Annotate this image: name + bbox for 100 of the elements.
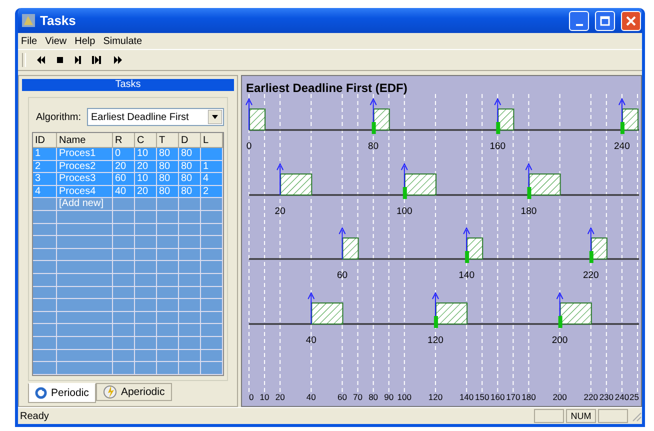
deadline-mark [496, 122, 500, 134]
step-icon[interactable] [74, 55, 82, 65]
empty-cell [201, 224, 223, 236]
caret-icon[interactable] [208, 110, 222, 124]
empty-cell [33, 286, 57, 300]
execution-block [404, 174, 436, 196]
maximize-button[interactable] [595, 10, 615, 30]
resize-grip-icon[interactable] [630, 410, 642, 422]
app-icon [21, 13, 36, 28]
release-arrow [338, 226, 346, 260]
empty-cell [113, 210, 135, 224]
empty-cell [135, 274, 157, 287]
empty-cell [57, 286, 113, 300]
maximize-icon [600, 16, 610, 26]
table-cell: 80 [181, 186, 192, 197]
stop-icon[interactable] [56, 56, 64, 64]
table-cell: Proces2 [59, 160, 96, 172]
empty-cell [179, 261, 201, 274]
minimize-button[interactable] [569, 10, 589, 30]
table-cell: 10 [137, 173, 148, 184]
time-label: 80 [368, 141, 379, 152]
empty-cell [113, 261, 135, 274]
empty-cell [33, 350, 57, 362]
algorithm-label: Algorithm: [36, 112, 82, 122]
step-forward-icon[interactable] [92, 55, 103, 65]
empty-cell [135, 312, 157, 324]
empty-cell [157, 350, 179, 362]
empty-cell [157, 248, 179, 262]
axis-label: 180 [522, 392, 536, 402]
axis-label: 40 [306, 392, 316, 402]
empty-cell [135, 261, 157, 274]
empty-cell [113, 324, 135, 337]
empty-cell [179, 350, 201, 362]
close-button[interactable] [621, 10, 641, 30]
empty-cell [33, 198, 57, 211]
tab[interactable]: Aperiodic [96, 383, 172, 401]
empty-cell [57, 261, 113, 274]
panel-title: Tasks [22, 79, 234, 91]
clock-bolt-icon [102, 385, 117, 399]
empty-cell [157, 286, 179, 300]
empty-cell [113, 362, 135, 375]
table-cell: 2 [203, 186, 209, 197]
release-arrow [308, 292, 315, 324]
empty-cell [179, 210, 201, 224]
table-cell: 20 [115, 160, 126, 172]
rewind-icon[interactable] [36, 55, 46, 65]
menu-item[interactable]: View [45, 36, 67, 46]
empty-cell [135, 299, 157, 312]
empty-cell [157, 261, 179, 274]
empty-cell [135, 336, 157, 350]
menu-item[interactable]: Help [74, 36, 96, 46]
empty-cell [33, 336, 57, 350]
table-cell: 40 [115, 186, 126, 197]
empty-cell [113, 312, 135, 324]
execution-block [280, 174, 312, 196]
empty-cell [201, 362, 223, 375]
empty-cell [33, 274, 57, 287]
empty-cell [135, 324, 157, 337]
tab[interactable]: Periodic [28, 383, 96, 403]
axis-label: 220 [584, 392, 598, 402]
empty-cell [135, 350, 157, 362]
axis-label: 90 [384, 392, 394, 402]
empty-cell [157, 312, 179, 324]
table-cell: 80 [159, 160, 170, 172]
empty-cell [113, 236, 135, 249]
empty-cell [135, 224, 157, 236]
minimize-icon [576, 24, 582, 26]
table-cell: 4 [203, 173, 209, 184]
empty-cell [157, 324, 179, 337]
table-cell: 1 [203, 160, 209, 172]
table-cell: Proces3 [59, 173, 96, 184]
empty-cell [57, 210, 113, 224]
empty-cell [57, 299, 113, 312]
empty-cell [157, 274, 179, 287]
table-cell: 80 [159, 148, 170, 159]
close-icon [626, 16, 636, 26]
empty-cell [135, 210, 157, 224]
axis-label: 170 [506, 392, 520, 402]
empty-cell [33, 362, 57, 375]
menu-item[interactable]: Simulate [103, 36, 142, 46]
algorithm-dropdown[interactable]: Earliest Deadline First [87, 108, 224, 126]
axis-label: 10 [260, 392, 270, 402]
time-label: 240 [614, 141, 630, 152]
time-label: 220 [582, 270, 599, 281]
execution-block [249, 108, 266, 130]
empty-cell [179, 362, 201, 375]
fast-forward-icon[interactable] [113, 55, 123, 65]
table-cell: 20 [137, 160, 148, 172]
time-label: 120 [428, 335, 444, 346]
empty-cell [179, 299, 201, 312]
empty-cell [57, 224, 113, 236]
table-cell: 10 [137, 148, 148, 159]
menu-item[interactable]: File [21, 36, 38, 46]
table-cell: 80 [181, 160, 192, 172]
execution-block [498, 108, 514, 130]
empty-cell [201, 236, 223, 249]
empty-cell [33, 324, 57, 337]
empty-cell [201, 324, 223, 337]
empty-cell [113, 224, 135, 236]
time-label: 20 [274, 206, 286, 217]
